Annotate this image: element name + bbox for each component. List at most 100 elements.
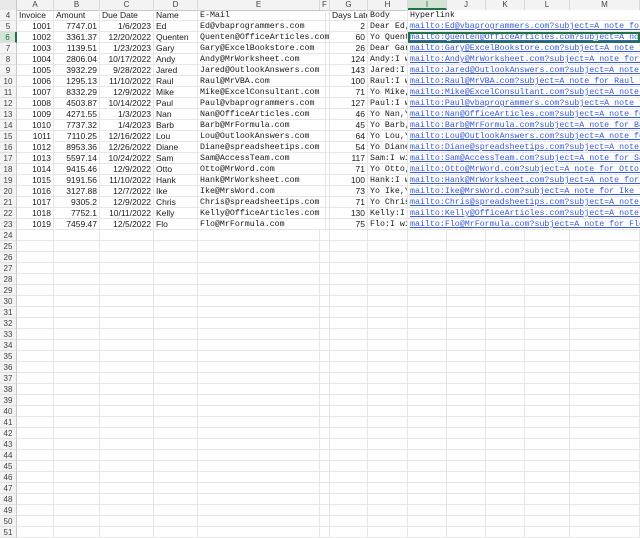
invoice-cell[interactable]: 1011 <box>17 131 54 142</box>
days-late-cell[interactable]: 73 <box>330 186 368 197</box>
hyperlink-cell[interactable]: mailto:Barb@MrFormula.com?subject=A note… <box>408 120 640 131</box>
row-header[interactable]: 33 <box>0 329 17 340</box>
amount-cell[interactable]: 2806.04 <box>54 54 100 65</box>
amount-cell[interactable]: 9415.46 <box>54 164 100 175</box>
hyperlink-cell[interactable] <box>408 230 447 241</box>
hyperlink-cell[interactable] <box>408 472 447 483</box>
row-header[interactable]: 29 <box>0 285 17 296</box>
days-late-cell[interactable]: 124 <box>330 54 368 65</box>
invoice-cell[interactable]: 1001 <box>17 21 54 32</box>
cell-k[interactable] <box>486 329 525 340</box>
cell-k[interactable] <box>486 472 525 483</box>
email-cell[interactable]: Ike@MrsWord.com <box>198 186 326 197</box>
email-cell[interactable] <box>198 263 320 274</box>
row-header[interactable]: 41 <box>0 417 17 428</box>
invoice-cell[interactable] <box>17 241 54 252</box>
days-late-cell[interactable] <box>330 318 368 329</box>
hyperlink-cell[interactable]: mailto:Kelly@OfficeArticles.com?subject=… <box>408 208 640 219</box>
due-date-cell[interactable]: 12/16/2022 <box>100 131 154 142</box>
hyperlink-cell[interactable] <box>408 340 447 351</box>
column-title-hyperlink[interactable]: Hyperlink <box>408 10 640 21</box>
cell-j[interactable] <box>447 241 486 252</box>
blank-cell[interactable] <box>320 109 330 120</box>
due-date-cell[interactable]: 10/11/2022 <box>100 208 154 219</box>
cell-k[interactable] <box>486 461 525 472</box>
cell-j[interactable] <box>447 505 486 516</box>
blank-cell[interactable] <box>320 164 330 175</box>
amount-cell[interactable] <box>54 373 100 384</box>
invoice-cell[interactable]: 1003 <box>17 43 54 54</box>
cell-m[interactable] <box>570 384 640 395</box>
blank-cell[interactable] <box>320 417 330 428</box>
hyperlink-cell[interactable] <box>408 417 447 428</box>
hyperlink-cell[interactable]: mailto:Quenten@OfficeArticles.com?subjec… <box>408 32 640 43</box>
days-late-cell[interactable]: 2 <box>330 21 368 32</box>
due-date-cell[interactable] <box>100 428 154 439</box>
cell-m[interactable] <box>570 263 640 274</box>
row-header[interactable]: 32 <box>0 318 17 329</box>
blank-cell[interactable] <box>320 175 330 186</box>
column-header-d[interactable]: D <box>154 0 198 10</box>
blank-cell[interactable] <box>320 120 330 131</box>
days-late-cell[interactable] <box>330 285 368 296</box>
cell-j[interactable] <box>447 395 486 406</box>
due-date-cell[interactable]: 12/26/2022 <box>100 142 154 153</box>
due-date-cell[interactable] <box>100 439 154 450</box>
name-cell[interactable] <box>154 340 198 351</box>
row-header[interactable]: 5 <box>0 21 17 32</box>
name-cell[interactable]: Paul <box>154 98 198 109</box>
body-cell[interactable] <box>368 384 408 395</box>
hyperlink-cell[interactable] <box>408 483 447 494</box>
body-cell[interactable]: Paul:I wi <box>368 98 408 109</box>
amount-cell[interactable]: 1295.13 <box>54 76 100 87</box>
hyperlink-cell[interactable] <box>408 296 447 307</box>
amount-cell[interactable] <box>54 252 100 263</box>
cell-l[interactable] <box>525 428 570 439</box>
days-late-cell[interactable] <box>330 252 368 263</box>
row-header[interactable]: 37 <box>0 373 17 384</box>
cell-j[interactable] <box>447 384 486 395</box>
blank-cell[interactable] <box>320 494 330 505</box>
cell-m[interactable] <box>570 461 640 472</box>
hyperlink-cell[interactable] <box>408 307 447 318</box>
body-cell[interactable]: Yo Barb, <box>368 120 408 131</box>
hyperlink-cell[interactable] <box>408 450 447 461</box>
body-cell[interactable] <box>368 362 408 373</box>
invoice-cell[interactable]: 1015 <box>17 175 54 186</box>
cell-l[interactable] <box>525 230 570 241</box>
email-cell[interactable] <box>198 439 320 450</box>
cell-m[interactable] <box>570 274 640 285</box>
column-header-i[interactable]: I <box>408 0 447 10</box>
cell-m[interactable] <box>570 318 640 329</box>
body-cell[interactable]: Dear Gary <box>368 43 408 54</box>
name-cell[interactable]: Chris <box>154 197 198 208</box>
invoice-cell[interactable]: 1006 <box>17 76 54 87</box>
days-late-cell[interactable]: 100 <box>330 175 368 186</box>
cell-j[interactable] <box>447 494 486 505</box>
invoice-cell[interactable] <box>17 483 54 494</box>
cell-j[interactable] <box>447 439 486 450</box>
name-cell[interactable] <box>154 307 198 318</box>
email-cell[interactable] <box>198 351 320 362</box>
amount-cell[interactable]: 3127.88 <box>54 186 100 197</box>
body-cell[interactable]: Jared:I w <box>368 65 408 76</box>
name-cell[interactable] <box>154 296 198 307</box>
cell-l[interactable] <box>525 373 570 384</box>
column-header-b[interactable]: B <box>54 0 100 10</box>
row-header[interactable]: 49 <box>0 505 17 516</box>
name-cell[interactable]: Mike <box>154 87 198 98</box>
body-cell[interactable]: Andy:I wi <box>368 54 408 65</box>
hyperlink-cell[interactable] <box>408 406 447 417</box>
email-cell[interactable] <box>198 362 320 373</box>
email-cell[interactable] <box>198 373 320 384</box>
row-header[interactable]: 6 <box>0 32 17 43</box>
body-cell[interactable] <box>368 296 408 307</box>
cell-l[interactable] <box>525 505 570 516</box>
hyperlink-cell[interactable] <box>408 395 447 406</box>
email-cell[interactable]: Flo@MrFormula.com <box>198 219 326 230</box>
hyperlink-cell[interactable]: mailto:Gary@ExcelBookstore.com?subject=A… <box>408 43 640 54</box>
hyperlink-cell[interactable]: mailto:Raul@MrVBA.com?subject=A note for… <box>408 76 640 87</box>
hyperlink-cell[interactable] <box>408 285 447 296</box>
row-header[interactable]: 12 <box>0 98 17 109</box>
body-cell[interactable]: Yo Quente <box>368 32 408 43</box>
